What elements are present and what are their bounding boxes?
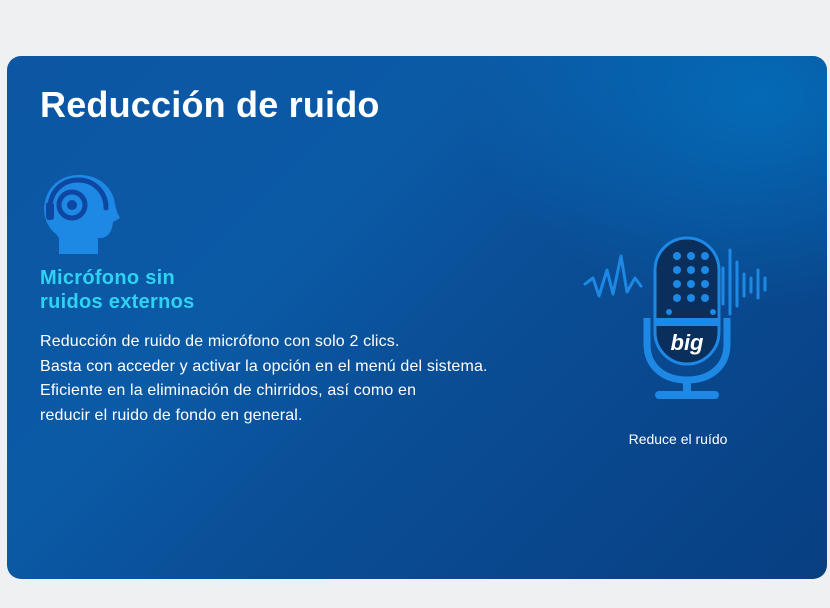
feature-description: Reducción de ruido de micrófono con solo… <box>40 330 560 428</box>
description-line: Reducción de ruido de micrófono con solo… <box>40 333 400 350</box>
description-line: Eficiente en la eliminación de chirridos… <box>40 382 417 399</box>
feature-card: Reducción de ruido Micrófono sin ruidos … <box>7 56 827 579</box>
feature-subtitle-line-2: ruidos externos <box>40 291 195 313</box>
section-title: Reducción de ruido <box>40 84 380 125</box>
microphone-icon: big <box>583 236 767 399</box>
feature-subtitle: Micrófono sin ruidos externos <box>40 266 195 314</box>
feature-subtitle-line-1: Micrófono sin <box>40 267 176 289</box>
headset-head-icon <box>44 174 120 254</box>
description-line: reducir el ruido de fondo en general. <box>40 406 303 424</box>
brand-logo: big <box>671 330 705 355</box>
description-line: Basta con acceder y activar la opción en… <box>40 357 488 375</box>
illustration-caption: Reduce el ruído <box>628 431 728 447</box>
